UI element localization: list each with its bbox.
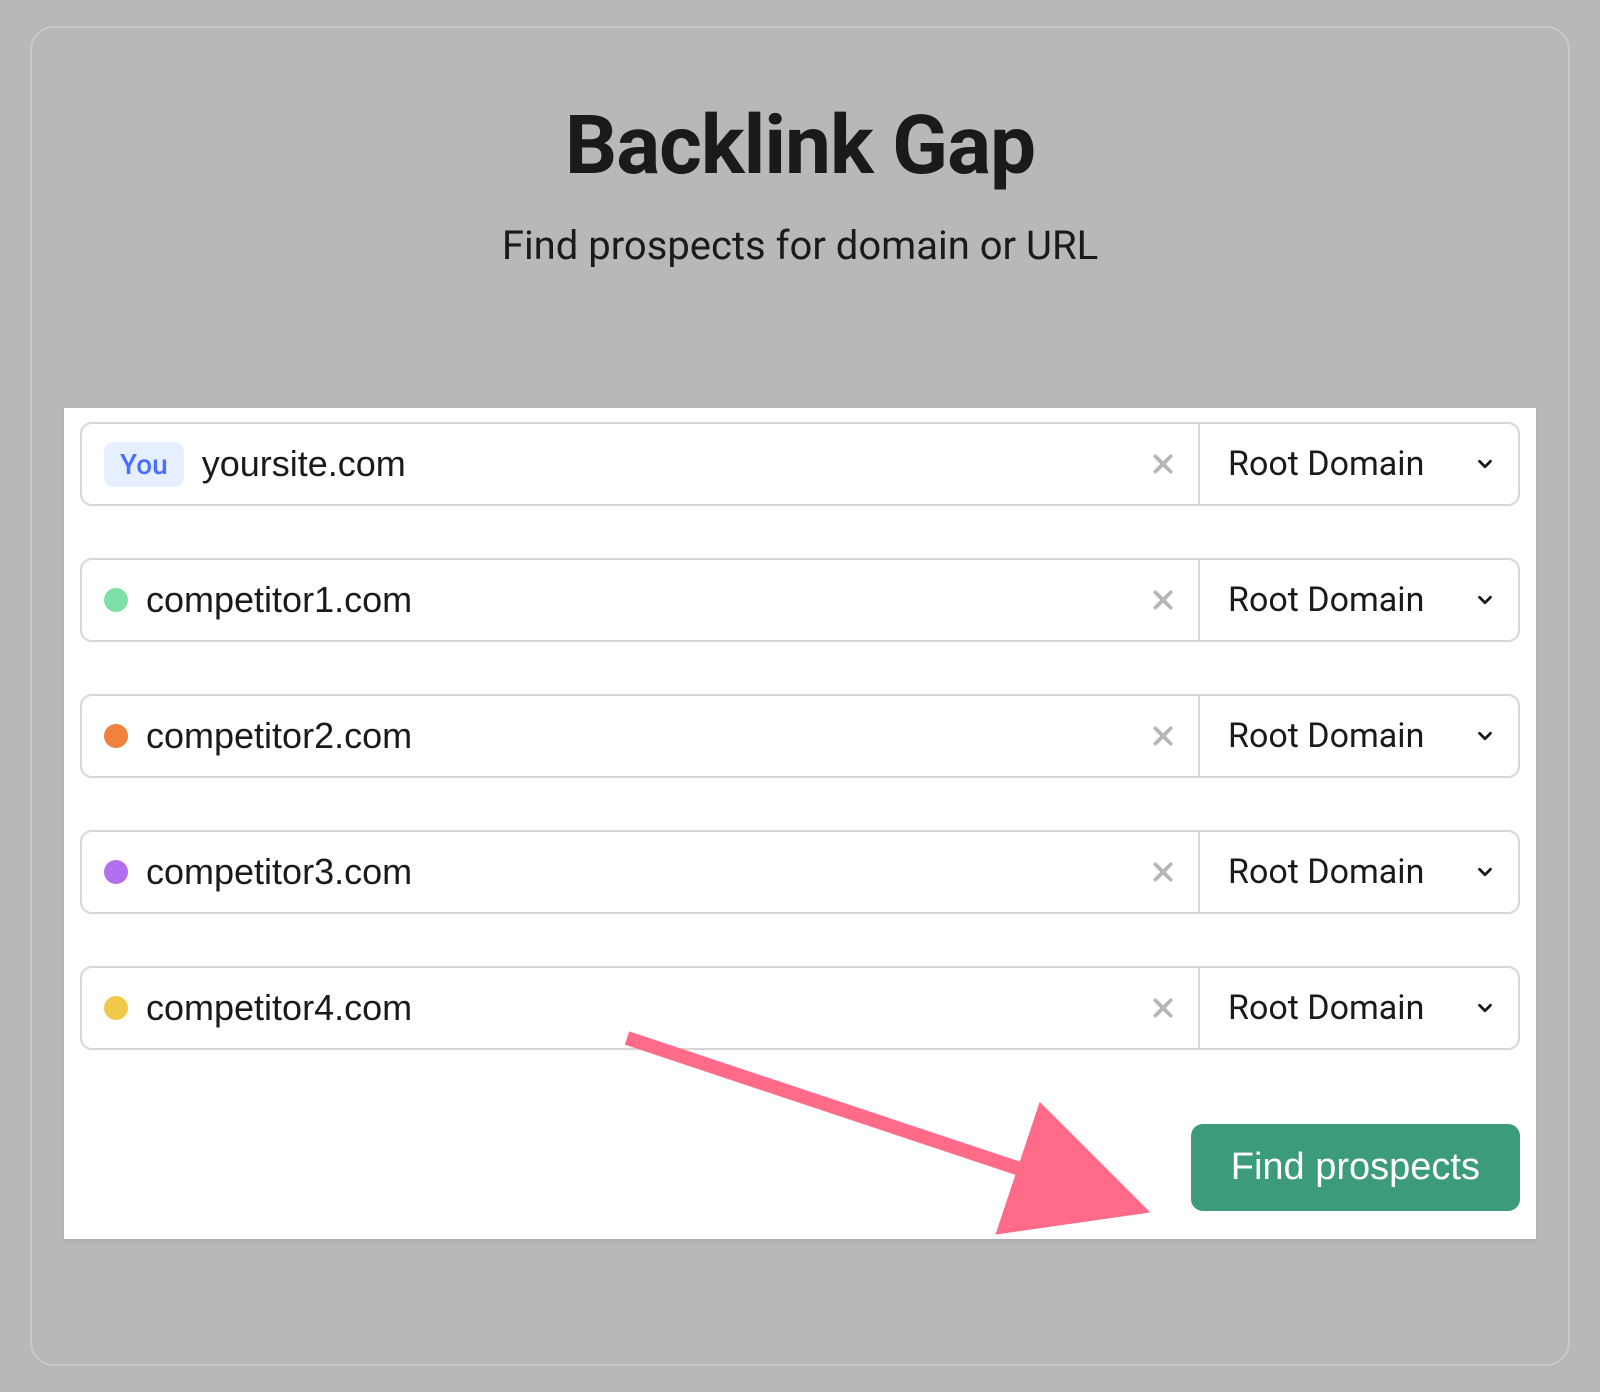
domain-row-you: You Root Domain [80,422,1520,506]
chevron-down-icon [1474,453,1496,475]
competitor-dot [104,860,128,884]
domain-row-left [82,968,1198,1048]
domain-row-left: You [82,424,1198,504]
clear-button[interactable] [1128,995,1198,1021]
competitor-domain-input[interactable] [146,579,1110,621]
domain-row-competitor: Root Domain [80,558,1520,642]
domain-row-left [82,696,1198,776]
page-subtitle: Find prospects for domain or URL [502,222,1098,269]
your-domain-input[interactable] [202,443,1110,485]
scope-select[interactable]: Root Domain [1198,424,1518,504]
close-icon [1150,723,1176,749]
clear-button[interactable] [1128,587,1198,613]
scope-label: Root Domain [1228,444,1424,484]
scope-select[interactable]: Root Domain [1198,968,1518,1048]
competitor-domain-input[interactable] [146,987,1110,1029]
domain-input-panel: You Root Domain Root Domain [64,408,1536,1239]
close-icon [1150,859,1176,885]
clear-button[interactable] [1128,859,1198,885]
backlink-gap-card: Backlink Gap Find prospects for domain o… [30,26,1570,1366]
scope-label: Root Domain [1228,988,1424,1028]
chevron-down-icon [1474,997,1496,1019]
chevron-down-icon [1474,725,1496,747]
chevron-down-icon [1474,861,1496,883]
clear-button[interactable] [1128,723,1198,749]
you-badge: You [104,442,184,487]
domain-row-competitor: Root Domain [80,966,1520,1050]
scope-select[interactable]: Root Domain [1198,696,1518,776]
clear-button[interactable] [1128,451,1198,477]
domain-row-competitor: Root Domain [80,830,1520,914]
competitor-domain-input[interactable] [146,715,1110,757]
find-prospects-button[interactable]: Find prospects [1191,1124,1520,1211]
competitor-dot [104,588,128,612]
scope-label: Root Domain [1228,716,1424,756]
scope-select[interactable]: Root Domain [1198,560,1518,640]
close-icon [1150,995,1176,1021]
domain-row-left [82,560,1198,640]
domain-row-left [82,832,1198,912]
competitor-dot [104,724,128,748]
scope-label: Root Domain [1228,852,1424,892]
close-icon [1150,587,1176,613]
scope-select[interactable]: Root Domain [1198,832,1518,912]
competitor-dot [104,996,128,1020]
domain-row-competitor: Root Domain [80,694,1520,778]
page-title: Backlink Gap [565,98,1035,194]
scope-label: Root Domain [1228,580,1424,620]
chevron-down-icon [1474,589,1496,611]
competitor-domain-input[interactable] [146,851,1110,893]
close-icon [1150,451,1176,477]
actions-bar: Find prospects [80,1124,1520,1211]
